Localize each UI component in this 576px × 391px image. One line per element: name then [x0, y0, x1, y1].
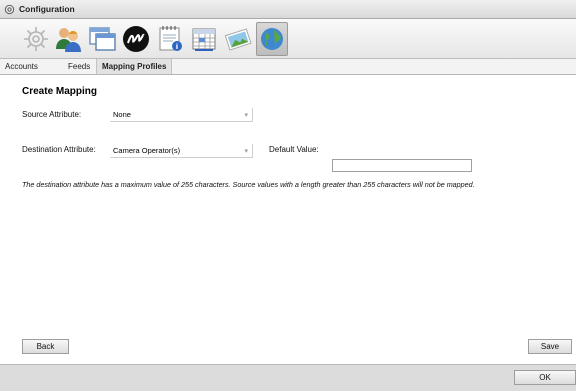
info-note: The destination attribute has a maximum … [22, 180, 475, 189]
chevron-down-icon: ▾ [244, 148, 248, 155]
users-icon [56, 28, 81, 52]
settings-toolbar-button[interactable] [20, 22, 52, 56]
ok-button[interactable]: OK [514, 370, 576, 385]
notepad-icon: i [159, 26, 182, 51]
windows-toolbar-button[interactable] [86, 22, 118, 56]
destination-attribute-select[interactable]: Camera Operator(s) ▾ [110, 144, 253, 158]
tab-feeds[interactable]: Feeds [63, 59, 95, 74]
default-value-label: Default Value: [269, 145, 319, 154]
gear-icon [4, 4, 15, 14]
page-title: Create Mapping [22, 86, 98, 97]
users-toolbar-button[interactable] [52, 22, 84, 56]
settings-icon [24, 27, 48, 51]
source-attribute-label: Source Attribute: [22, 110, 82, 119]
logo-icon [123, 26, 149, 52]
tab-bar: Accounts Feeds Mapping Profiles [0, 59, 576, 75]
tab-mapping-profiles[interactable]: Mapping Profiles [96, 59, 173, 74]
globe-icon [261, 28, 283, 50]
destination-attribute-label: Destination Attribute: [22, 145, 96, 154]
windows-icon [89, 27, 116, 51]
image-icon [224, 28, 252, 51]
globe-toolbar-button[interactable] [256, 22, 288, 56]
title-bar: Configuration [0, 0, 576, 19]
default-value-input[interactable] [332, 159, 472, 172]
logo-toolbar-button[interactable] [120, 22, 152, 56]
destination-attribute-value: Camera Operator(s) [113, 146, 181, 155]
toolbar: i [0, 19, 576, 59]
source-attribute-select[interactable]: None ▾ [110, 108, 253, 122]
chevron-down-icon: ▾ [244, 112, 248, 119]
footer-bar: OK [0, 364, 576, 391]
source-attribute-value: None [113, 110, 131, 119]
calendar-icon [192, 28, 216, 51]
window-title: Configuration [19, 4, 75, 14]
calendar-toolbar-button[interactable] [188, 22, 220, 56]
svg-text:i: i [176, 43, 178, 51]
notepad-toolbar-button[interactable]: i [154, 22, 186, 56]
image-toolbar-button[interactable] [222, 22, 254, 56]
back-button[interactable]: Back [22, 339, 69, 354]
save-button[interactable]: Save [528, 339, 572, 354]
tab-accounts[interactable]: Accounts [0, 59, 43, 74]
